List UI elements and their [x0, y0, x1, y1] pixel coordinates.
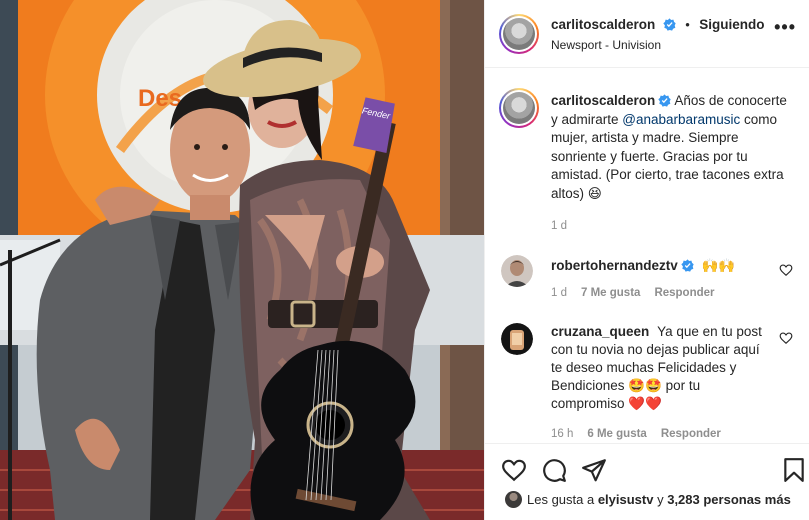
caption-author-avatar[interactable] [499, 88, 539, 128]
likes-middle: y [653, 492, 668, 507]
liker-avatar[interactable] [505, 491, 522, 508]
liker-username[interactable]: elyisustv [598, 492, 654, 507]
verified-badge-icon [663, 18, 676, 31]
post-photo[interactable]: Des Fender [0, 0, 484, 520]
likes-summary: Les gusta a elyisustv y 3,283 personas m… [505, 491, 791, 508]
more-options-icon[interactable]: ••• [774, 18, 796, 36]
likes-prefix: Les gusta a [527, 492, 598, 507]
post-actions-bar: Les gusta a elyisustv y 3,283 personas m… [485, 443, 809, 520]
caption-username[interactable]: carlitoscalderon [551, 93, 655, 108]
caption-time: 1 d [551, 220, 567, 232]
share-icon[interactable] [581, 457, 607, 483]
likes-count[interactable]: 3,283 personas más [667, 492, 791, 507]
bookmark-icon[interactable] [781, 457, 807, 483]
following-button[interactable]: Siguiendo [699, 17, 764, 32]
comment-time: 16 h [551, 428, 574, 440]
commenter-username[interactable]: robertohernandeztv [551, 258, 678, 273]
comment-like-heart-icon[interactable] [779, 263, 793, 277]
comment-likes-count[interactable]: 7 Me gusta [581, 287, 640, 299]
comment-likes-count[interactable]: 6 Me gusta [587, 428, 646, 440]
commenter-username[interactable]: cruzana_queen [551, 324, 649, 339]
verified-badge-icon [681, 259, 694, 272]
backdrop-text: Des [138, 85, 182, 112]
author-avatar[interactable] [499, 14, 539, 54]
reply-button[interactable]: Responder [654, 287, 714, 299]
post-header: carlitoscalderon • Siguiendo Newsport - … [485, 0, 809, 68]
verified-badge-icon [658, 94, 671, 107]
commenter-avatar[interactable] [501, 323, 533, 355]
comment-meta: 1 d 7 Me gusta Responder [551, 287, 715, 299]
comment-item: robertohernandeztv 🙌🙌 1 d 7 Me gusta Respo… [501, 255, 801, 305]
comment-text: 🙌🙌 [701, 258, 736, 273]
author-username[interactable]: carlitoscalderon [551, 17, 655, 32]
post-location[interactable]: Newsport - Univision [551, 38, 661, 52]
caption-mention-link[interactable]: @anabarbaramusic [622, 112, 740, 127]
dot-separator: • [685, 17, 690, 32]
comment-time: 1 d [551, 287, 567, 299]
post-side-panel: carlitoscalderon • Siguiendo Newsport - … [484, 0, 809, 520]
post-caption: carlitoscalderon Años de conocerte y adm… [551, 92, 797, 236]
reply-button[interactable]: Responder [661, 428, 721, 440]
comment-icon[interactable] [541, 457, 567, 483]
heart-icon[interactable] [501, 457, 527, 483]
photo-illustration: Des Fender [0, 0, 484, 520]
comment-like-heart-icon[interactable] [779, 331, 793, 345]
comment-item: cruzana_queen Ya que en tu post con tu n… [501, 323, 801, 443]
comment-meta: 16 h 6 Me gusta Responder [551, 428, 721, 440]
commenter-avatar[interactable] [501, 255, 533, 287]
